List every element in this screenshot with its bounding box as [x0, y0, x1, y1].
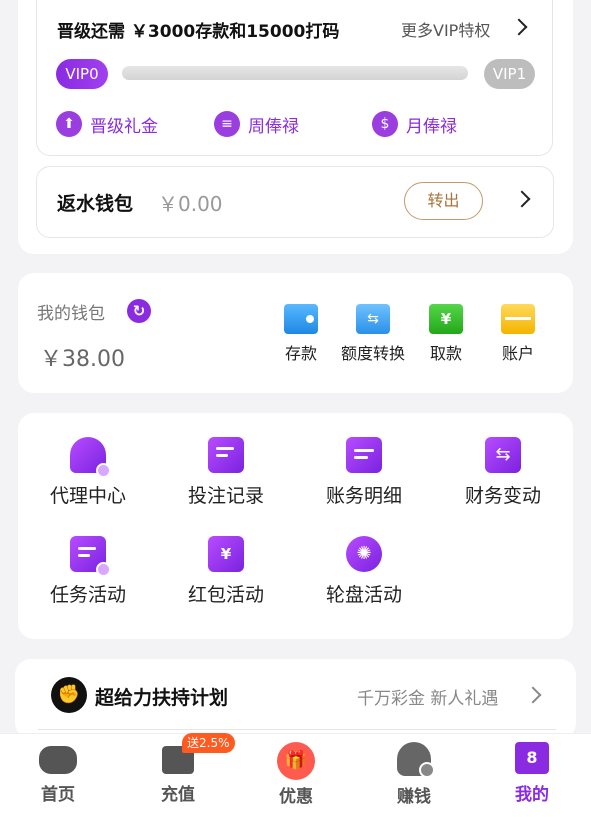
money-bag-icon: $ [372, 111, 398, 137]
perk-label: 晋级礼金 [90, 116, 158, 137]
menu-item-label: 账务明细 [325, 485, 402, 507]
tab-home[interactable]: 首页 [18, 742, 98, 805]
menu-item-roulette[interactable]: ✺ 轮盘活动 [304, 536, 424, 607]
upgrade-arrow-icon: ⬆ [56, 111, 82, 137]
wallet-balance: ￥38.00 [40, 347, 125, 372]
earn-user-icon [397, 742, 435, 778]
transfer-out-button[interactable]: 转出 [404, 182, 483, 220]
refresh-icon[interactable]: ↻ [127, 299, 151, 323]
menu-item-label: 轮盘活动 [325, 584, 402, 606]
finance-change-icon: ⇆ [485, 437, 521, 473]
menu-item-label: 红包活动 [187, 584, 264, 606]
tab-label: 充值 [161, 785, 195, 805]
action-label: 账户 [501, 344, 534, 363]
support-plan-subtitle: 千万彩金 新人礼遇 [357, 689, 499, 709]
my-shirt-icon: 8 [515, 742, 549, 774]
menu-item-tasks[interactable]: 任务活动 [28, 536, 148, 607]
wallet-icon [284, 304, 318, 334]
menu-item-finance-changes[interactable]: ⇆ 财务变动 [443, 437, 563, 508]
wallet-label: 我的钱包 [37, 304, 105, 324]
vip-progress-bar [122, 66, 468, 80]
tab-label: 优惠 [279, 787, 313, 807]
tab-earn[interactable]: 赚钱 [374, 742, 454, 807]
clipboard-icon: ≡ [214, 111, 240, 137]
menu-item-agent-center[interactable]: 代理中心 [28, 437, 148, 508]
perk-upgrade-bonus[interactable]: ⬆ 晋级礼金 [56, 110, 158, 138]
menu-item-label: 代理中心 [49, 485, 126, 507]
tab-promotions[interactable]: 🎁 优惠 [256, 742, 336, 807]
withdraw-button[interactable]: ¥ 取款 [427, 304, 465, 364]
rebate-amount: ￥0.00 [158, 192, 223, 216]
menu-item-label: 投注记录 [187, 485, 264, 507]
gift-icon: 🎁 [277, 742, 315, 780]
account-button[interactable]: 账户 [499, 304, 537, 364]
action-label: 取款 [429, 344, 462, 363]
menu-item-label: 财务变动 [464, 485, 541, 507]
tab-label: 首页 [41, 785, 75, 805]
current-vip-badge: VIP0 [56, 59, 108, 89]
card-icon [501, 304, 535, 334]
atm-yuan-icon: ¥ [429, 304, 463, 334]
transfer-card-icon: ⇆ [356, 304, 390, 334]
vip-upgrade-text: 晋级还需 ￥3000存款和15000打码 [57, 22, 340, 42]
roulette-icon: ✺ [346, 536, 382, 572]
perk-label: 周俸禄 [248, 116, 299, 137]
ledger-calendar-icon [346, 437, 382, 473]
bet-record-icon [208, 437, 244, 473]
tab-mine[interactable]: 8 我的 [492, 742, 572, 805]
menu-item-account-details[interactable]: 账务明细 [304, 437, 424, 508]
perk-monthly-salary[interactable]: $ 月俸禄 [372, 110, 457, 138]
red-envelope-icon: ¥ [208, 536, 244, 572]
divider [38, 729, 556, 730]
more-vip-link[interactable]: 更多VIP特权 [401, 17, 490, 41]
deposit-button[interactable]: 存款 [282, 304, 320, 364]
support-plan-title: 超给力扶持计划 [95, 687, 229, 709]
promo-badge: 送2.5% [182, 733, 235, 753]
tab-label: 赚钱 [397, 787, 431, 807]
task-icon [70, 536, 111, 577]
credit-transfer-button[interactable]: ⇆ 额度转换 [337, 304, 409, 364]
gamepad-icon [39, 746, 77, 774]
perk-weekly-salary[interactable]: ≡ 周俸禄 [214, 110, 299, 138]
menu-item-label: 任务活动 [49, 584, 126, 606]
menu-item-bet-records[interactable]: 投注记录 [166, 437, 286, 508]
action-label: 额度转换 [340, 344, 405, 363]
next-vip-badge: VIP1 [484, 59, 535, 89]
action-label: 存款 [284, 344, 317, 363]
fist-icon: ✊ [51, 677, 87, 713]
perk-label: 月俸禄 [406, 116, 457, 137]
rebate-wallet-label: 返水钱包 [57, 193, 134, 215]
menu-item-red-envelope[interactable]: ¥ 红包活动 [166, 536, 286, 607]
agent-user-icon [70, 437, 111, 478]
tab-label: 我的 [515, 785, 549, 805]
